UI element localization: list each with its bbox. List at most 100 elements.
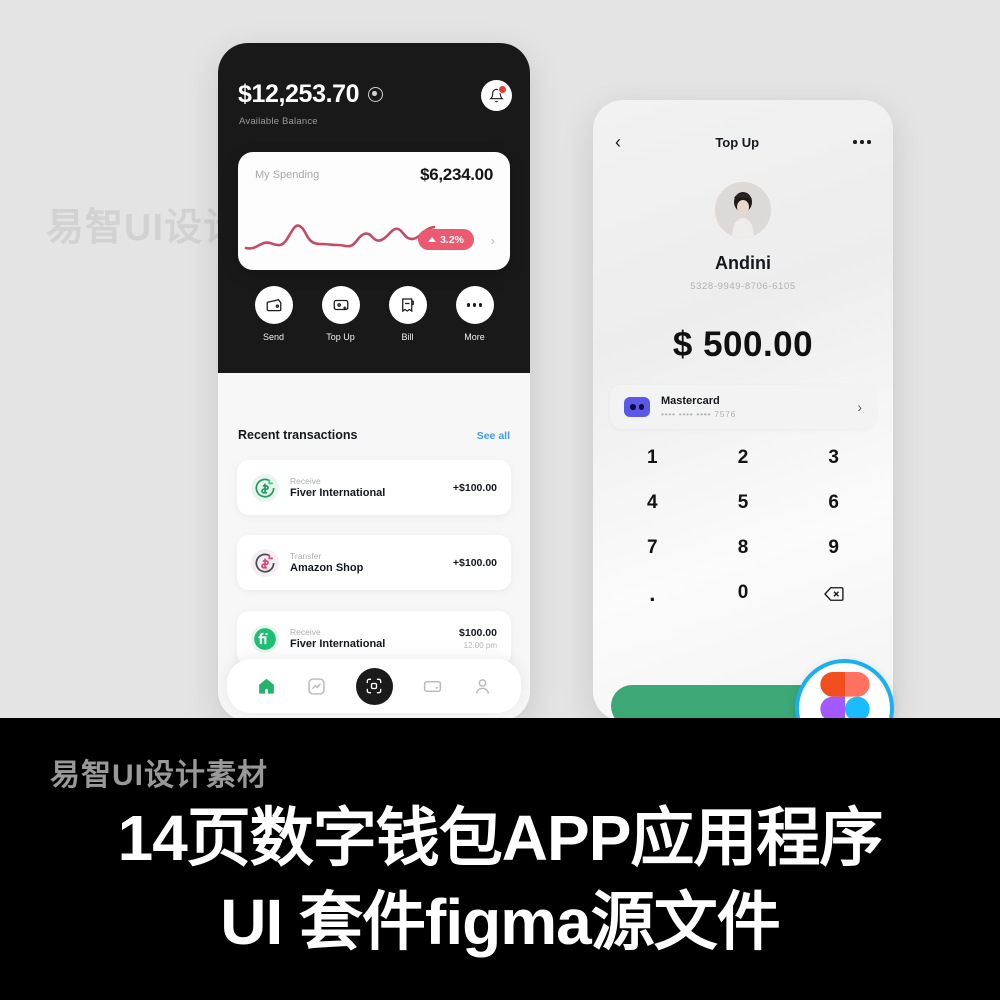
transaction-amount: $100.00 <box>459 627 497 639</box>
bottom-navigation <box>227 659 521 713</box>
key-3[interactable]: 3 <box>788 448 879 467</box>
user-icon <box>475 678 489 694</box>
spending-change-badge: 3.2% <box>418 229 474 250</box>
action-topup[interactable]: Top Up <box>321 286 360 342</box>
transaction-info: Receive Fiver International <box>290 476 442 499</box>
transaction-info: Transfer Amazon Shop <box>290 551 442 574</box>
transaction-values: $100.00 12.00 pm <box>459 627 497 650</box>
transactions-section: Recent transactions See all Receive Five… <box>218 373 530 718</box>
chart-icon <box>307 677 325 695</box>
action-more-label: More <box>464 332 485 342</box>
mastercard-icon <box>624 397 650 417</box>
chevron-right-icon[interactable]: › <box>491 234 495 247</box>
transaction-amount: +$100.00 <box>452 481 497 494</box>
notification-button[interactable] <box>481 80 512 111</box>
payment-method-row[interactable]: Mastercard •••• •••• •••• 7576 › <box>610 385 876 429</box>
notification-badge <box>498 85 507 94</box>
table-row[interactable]: Receive Fiver International +$100.00 <box>237 460 511 515</box>
transaction-info: Receive Fiver International <box>290 627 448 650</box>
transaction-type: Transfer <box>290 551 322 561</box>
table-row[interactable]: Receive Fiver International $100.00 12.0… <box>237 611 511 666</box>
fiverr-icon <box>251 624 279 653</box>
balance-block: $12,253.70 <box>238 80 384 109</box>
user-avatar <box>715 182 771 238</box>
key-6[interactable]: 6 <box>788 493 879 512</box>
home-icon <box>258 678 274 694</box>
action-bill[interactable]: Bill <box>388 286 427 342</box>
action-bill-circle <box>388 286 427 324</box>
transaction-name: Fiver International <box>290 487 386 499</box>
action-topup-label: Top Up <box>326 332 355 342</box>
action-more-circle <box>455 286 494 324</box>
action-send[interactable]: Send <box>254 286 293 342</box>
key-4[interactable]: 4 <box>607 493 698 512</box>
wallet-send-icon <box>266 299 281 312</box>
action-send-label: Send <box>262 332 285 342</box>
chevron-right-icon[interactable]: › <box>857 400 862 414</box>
transaction-values: +$100.00 <box>453 482 497 494</box>
transaction-type: Receive <box>290 476 321 486</box>
sidebar-item-cards[interactable] <box>422 676 443 697</box>
more-dots-icon[interactable] <box>853 140 871 144</box>
transaction-name: Amazon Shop <box>290 562 364 574</box>
action-bill-label: Bill <box>401 332 414 342</box>
banner-title-line2: UI 套件figma源文件 <box>220 886 780 958</box>
balance-amount: $12,253.70 <box>238 80 360 108</box>
card-icon <box>423 680 441 692</box>
qr-scan-icon <box>366 678 382 694</box>
transaction-time: 12.00 pm <box>463 641 497 650</box>
spending-change-value: 3.2% <box>440 233 464 246</box>
payment-method-masked: •••• •••• •••• 7576 <box>661 409 737 419</box>
key-0[interactable]: 0 <box>698 583 789 605</box>
action-topup-circle <box>321 286 360 324</box>
spending-card[interactable]: My Spending $6,234.00 3.2% › <box>238 152 510 270</box>
action-send-circle <box>254 286 293 324</box>
sidebar-item-scan[interactable] <box>355 667 393 705</box>
avatar <box>715 182 771 238</box>
spending-amount: $6,234.00 <box>420 165 493 184</box>
banner-title-line1: 14页数字钱包APP应用程序 <box>117 802 884 874</box>
key-1[interactable]: 1 <box>607 448 698 467</box>
eye-icon[interactable] <box>368 87 384 102</box>
key-8[interactable]: 8 <box>698 538 789 557</box>
page-title: Top Up <box>715 134 760 150</box>
see-all-link[interactable]: See all <box>477 430 510 442</box>
key-5[interactable]: 5 <box>698 493 789 512</box>
action-more[interactable]: More <box>455 286 494 342</box>
user-name: Andini <box>715 253 771 273</box>
transaction-type: Receive <box>290 627 321 637</box>
chevron-left-icon[interactable]: ‹ <box>615 133 621 151</box>
payment-method-name: Mastercard <box>661 395 720 407</box>
spending-card-header: My Spending $6,234.00 <box>238 152 510 185</box>
transaction-name: Fiver International <box>290 638 386 650</box>
sidebar-item-profile[interactable] <box>472 676 493 697</box>
bill-icon <box>401 298 414 313</box>
transfer-pink-icon <box>251 548 279 577</box>
quick-actions: Send Top Up Bill More <box>218 286 530 342</box>
payment-method-info: Mastercard •••• •••• •••• 7576 <box>661 395 846 419</box>
sidebar-item-home[interactable] <box>256 676 277 697</box>
trend-up-icon <box>428 237 437 242</box>
screenshot-stage: 易智UI设计素材 $12,253.70 Available Balance My… <box>0 0 1000 718</box>
user-card-number: 5328-9949-8706-6105 <box>690 281 796 292</box>
wallet-phone-mockup: $12,253.70 Available Balance My Spending… <box>218 43 530 718</box>
topup-amount: $ 500.00 <box>672 325 814 364</box>
topup-phone-mockup: ‹ Top Up Andini 5328-9949-8706-6105 $ 50… <box>593 100 893 718</box>
sidebar-item-analytics[interactable] <box>306 676 327 697</box>
receive-green-icon <box>251 473 279 502</box>
key-backspace[interactable] <box>788 583 879 605</box>
key-2[interactable]: 2 <box>698 448 789 467</box>
backspace-icon <box>823 587 844 601</box>
more-dots-icon <box>467 303 482 307</box>
spending-label: My Spending <box>255 169 320 181</box>
key-decimal[interactable]: . <box>607 583 698 605</box>
transaction-amount: +$100.00 <box>452 556 497 569</box>
balance-label: Available Balance <box>239 116 318 127</box>
key-9[interactable]: 9 <box>788 538 879 557</box>
transactions-title: Recent transactions <box>238 428 358 442</box>
card-plus-icon <box>333 299 348 311</box>
transaction-values: +$100.00 <box>453 557 497 569</box>
figma-logo <box>819 671 870 718</box>
key-7[interactable]: 7 <box>607 538 698 557</box>
table-row[interactable]: Transfer Amazon Shop +$100.00 <box>237 535 511 590</box>
